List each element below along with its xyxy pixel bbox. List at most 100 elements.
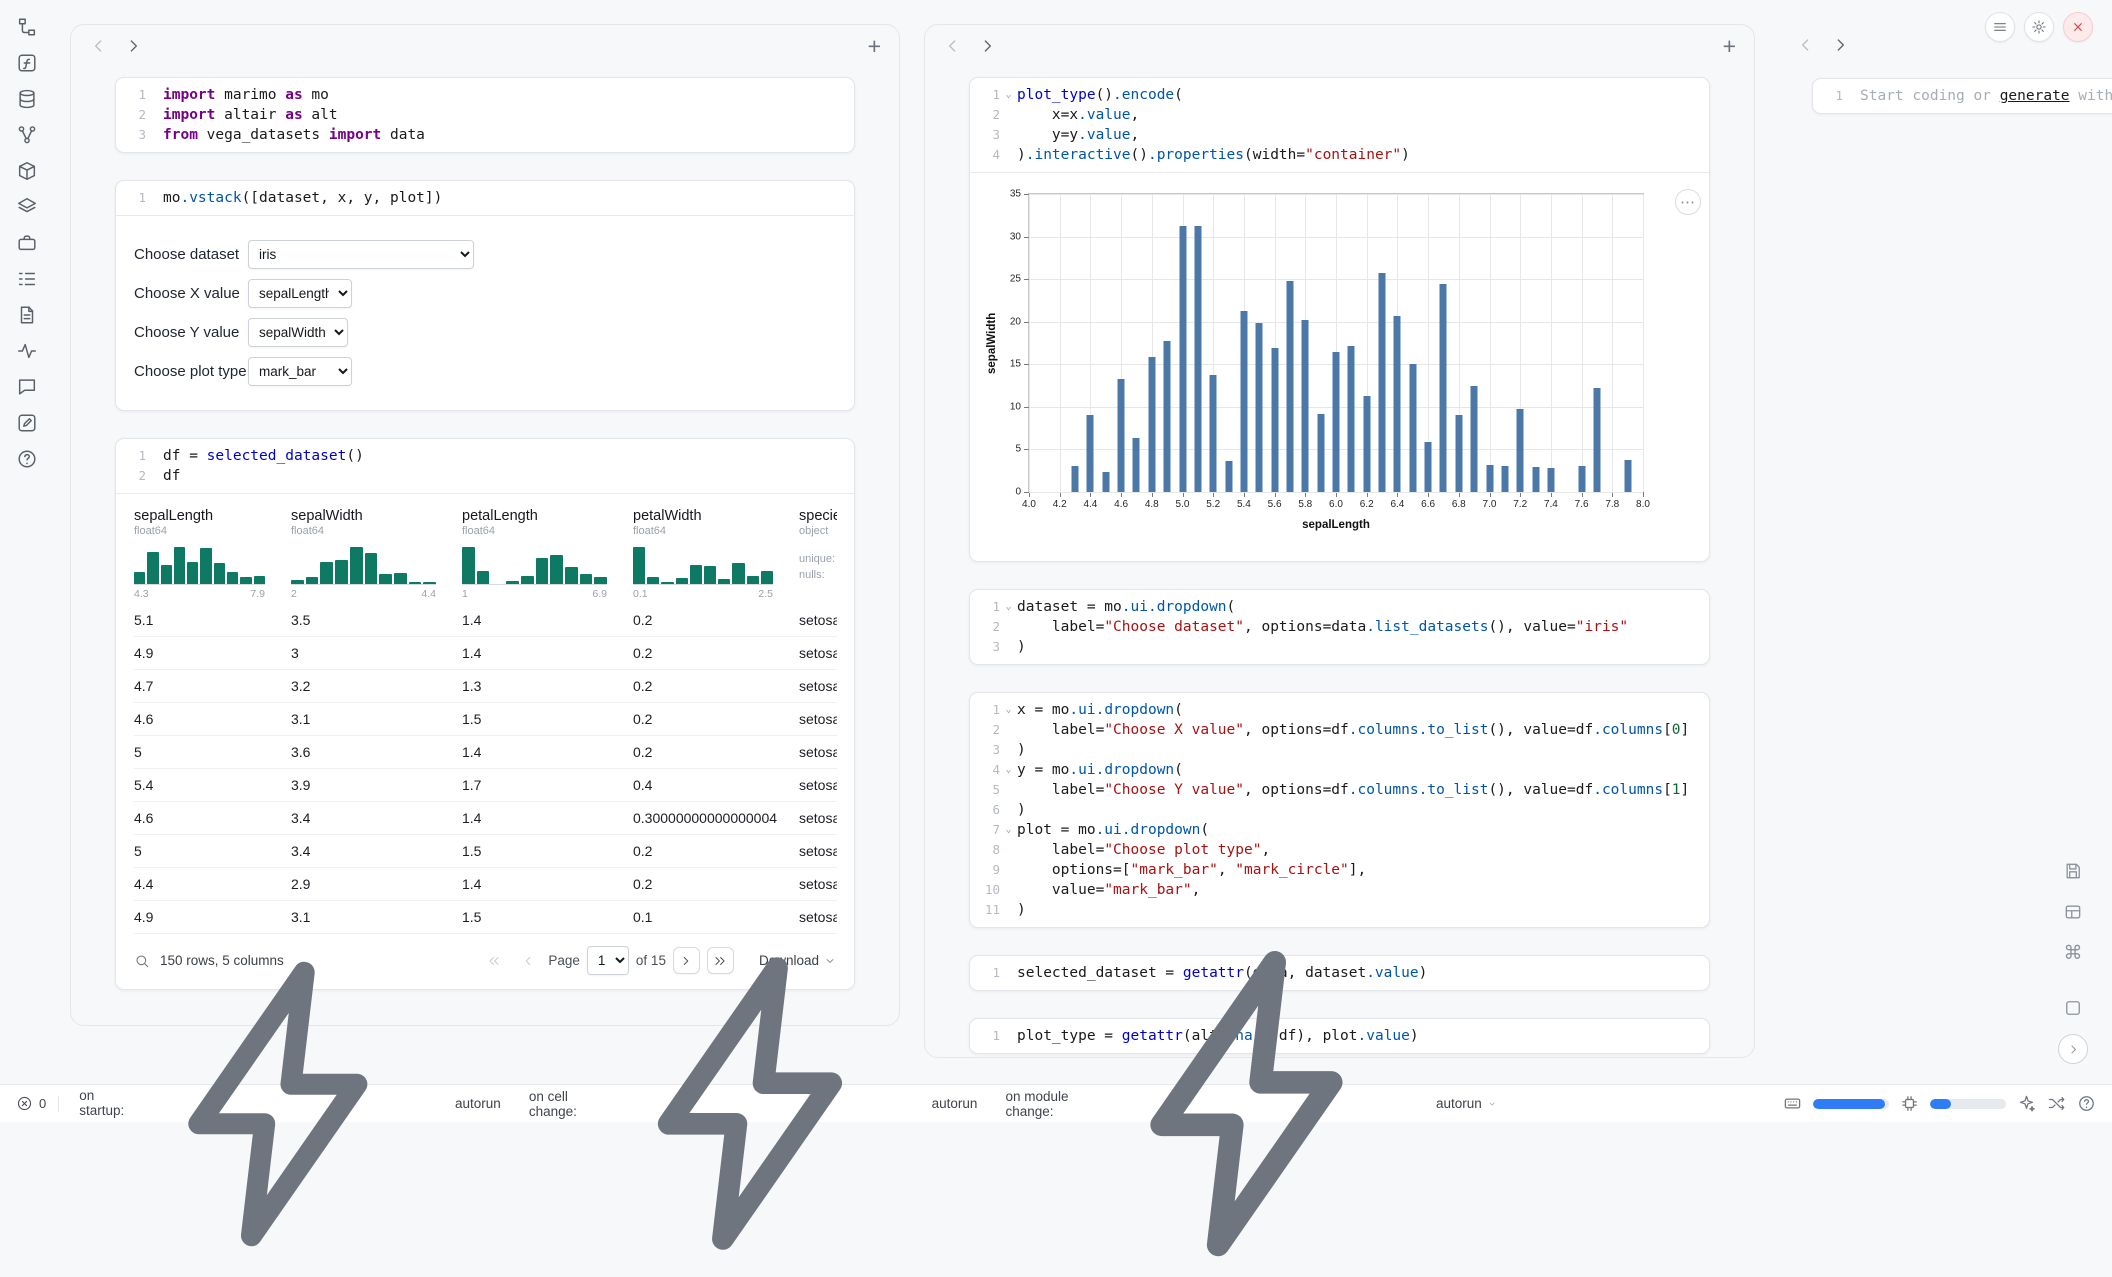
fold-chevron-icon — [1000, 900, 1017, 920]
error-count[interactable]: 0 — [16, 1095, 46, 1112]
column-histogram[interactable] — [633, 547, 773, 585]
table-row[interactable]: 4.63.11.50.2setosa — [134, 703, 837, 736]
line-number: 1 — [116, 446, 146, 466]
column-left-chevron-icon[interactable] — [943, 36, 963, 56]
fold-chevron-icon — [1000, 637, 1017, 657]
shuffle-icon[interactable] — [2047, 1094, 2066, 1113]
nodes-icon[interactable] — [16, 124, 38, 146]
notebook-column-2: + 1⌄plot_type().encode(2 x=x.value,3 y=y… — [924, 24, 1755, 1058]
chart-bar — [1471, 386, 1478, 492]
package-icon[interactable] — [16, 160, 38, 182]
fold-chevron-icon: ⌄ — [1000, 700, 1017, 720]
control-select-1[interactable]: sepalLength — [248, 279, 352, 308]
column-2-header: + — [925, 25, 1754, 55]
help-icon[interactable] — [16, 448, 38, 470]
chart-bar — [1455, 415, 1462, 492]
ai-sparkle-icon[interactable] — [2017, 1094, 2036, 1113]
fold-chevron-icon — [146, 446, 163, 466]
help-circle-icon[interactable] — [2077, 1094, 2096, 1113]
layers-icon[interactable] — [16, 196, 38, 218]
control-label: Choose Y value — [134, 324, 248, 341]
bar-chart[interactable]: 4.04.24.44.64.85.05.25.45.65.86.06.26.46… — [1028, 193, 1644, 493]
chart-bar — [1394, 316, 1401, 492]
column-header[interactable]: sepalWidthfloat6424.4 — [291, 508, 462, 600]
fold-chevron-icon — [1000, 617, 1017, 637]
menu-button[interactable] — [1985, 12, 2015, 42]
checklist-icon[interactable] — [16, 268, 38, 290]
dataframe-table[interactable]: sepalLengthfloat644.37.9sepalWidthfloat6… — [134, 508, 837, 934]
chart-bar — [1225, 461, 1232, 493]
column-right-chevron-icon[interactable] — [123, 36, 143, 56]
code-editor-dataset[interactable]: 1⌄dataset = mo.ui.dropdown(2 label="Choo… — [970, 590, 1709, 664]
table-row[interactable]: 53.61.40.2setosa — [134, 736, 837, 769]
chart-bar — [1118, 379, 1125, 492]
column-histogram[interactable] — [291, 547, 436, 585]
save-icon[interactable] — [2058, 856, 2088, 886]
fold-chevron-icon: ⌄ — [1000, 820, 1017, 840]
add-cell-button[interactable]: + — [1723, 36, 1736, 56]
column-header[interactable]: petalLengthfloat6416.9 — [462, 508, 633, 600]
toolbox-icon[interactable] — [16, 232, 38, 254]
layout-panel-icon[interactable] — [2058, 897, 2088, 927]
code-editor-plot[interactable]: 1⌄plot_type().encode(2 x=x.value,3 y=y.v… — [970, 78, 1709, 172]
code-editor-imports[interactable]: 1import marimo as mo2import altair as al… — [116, 78, 854, 152]
on-cell-change-mode[interactable]: on cell change: autorun — [521, 937, 986, 1270]
column-left-chevron-icon[interactable] — [1796, 35, 1816, 55]
keyboard-shortcuts-icon[interactable]: ⌘ — [2058, 938, 2088, 968]
column-right-chevron-icon[interactable] — [977, 36, 997, 56]
on-module-change-mode[interactable]: on module change: autorun — [997, 930, 1504, 1277]
chat-icon[interactable] — [16, 376, 38, 398]
code-editor-dataframe[interactable]: 1df = selected_dataset()2df — [116, 439, 854, 493]
code-editor-layout[interactable]: 1mo.vstack([dataset, x, y, plot]) — [116, 181, 854, 215]
table-row[interactable]: 4.931.40.2setosa — [134, 637, 837, 670]
database-icon[interactable] — [16, 88, 38, 110]
memory-icon — [1900, 1094, 1919, 1113]
document-icon[interactable] — [16, 304, 38, 326]
x-tick-label: 4.8 — [1145, 499, 1159, 510]
table-row[interactable]: 5.13.51.40.2setosa — [134, 604, 837, 637]
function-square-icon[interactable] — [16, 52, 38, 74]
add-cell-button[interactable]: + — [868, 36, 881, 56]
code-editor-controls[interactable]: 1⌄x = mo.ui.dropdown(2 label="Choose X v… — [970, 693, 1709, 927]
line-number: 11 — [970, 900, 1000, 920]
generate-link[interactable]: generate — [2000, 88, 2070, 104]
column-header[interactable]: petalWidthfloat640.12.5 — [633, 508, 799, 600]
chart-menu-button[interactable]: ⋯ — [1675, 189, 1701, 215]
cell-empty: 1 Start coding or generate with AI. — [1812, 78, 2112, 114]
column-left-chevron-icon[interactable] — [89, 36, 109, 56]
table-row[interactable]: 4.63.41.40.30000000000000004setosa — [134, 802, 837, 835]
line-number: 3 — [970, 740, 1000, 760]
chart-bar — [1133, 438, 1140, 492]
column-right-chevron-icon[interactable] — [1830, 35, 1850, 55]
table-row[interactable]: 4.42.91.40.2setosa — [134, 868, 837, 901]
activity-icon[interactable] — [16, 340, 38, 362]
column-histogram[interactable] — [462, 547, 607, 585]
chart-bar — [1486, 465, 1493, 492]
close-button[interactable] — [2063, 12, 2093, 42]
column-histogram[interactable] — [134, 547, 265, 585]
on-startup-mode[interactable]: on startup: autorun — [71, 942, 509, 1266]
floating-toolbar: ⌘ — [2058, 856, 2088, 1064]
line-number: 1 — [970, 700, 1000, 720]
x-tick-label: 5.0 — [1176, 499, 1190, 510]
x-tick-label: 5.4 — [1237, 499, 1251, 510]
y-tick-label: 15 — [1010, 359, 1021, 370]
control-select-3[interactable]: mark_bar — [248, 357, 352, 386]
line-number: 5 — [970, 780, 1000, 800]
file-tree-icon[interactable] — [16, 16, 38, 38]
scratchpad-icon[interactable] — [16, 412, 38, 434]
console-panel-icon[interactable] — [2058, 993, 2088, 1023]
settings-button[interactable] — [2024, 12, 2054, 42]
fold-chevron-icon — [1000, 860, 1017, 880]
x-tick-label: 6.8 — [1452, 499, 1466, 510]
code-editor-empty[interactable]: 1 Start coding or generate with AI. — [1813, 79, 2112, 113]
table-row[interactable]: 4.73.21.30.2setosa — [134, 670, 837, 703]
column-header[interactable]: speciesobjectunique:nulls: — [799, 508, 837, 600]
table-row[interactable]: 5.43.91.70.4setosa — [134, 769, 837, 802]
cpu-meter — [1813, 1099, 1889, 1109]
run-all-button[interactable] — [2058, 1034, 2088, 1064]
control-select-2[interactable]: sepalWidth — [248, 318, 348, 347]
control-select-0[interactable]: iris — [248, 240, 474, 269]
table-row[interactable]: 53.41.50.2setosa — [134, 835, 837, 868]
column-header[interactable]: sepalLengthfloat644.37.9 — [134, 508, 291, 600]
